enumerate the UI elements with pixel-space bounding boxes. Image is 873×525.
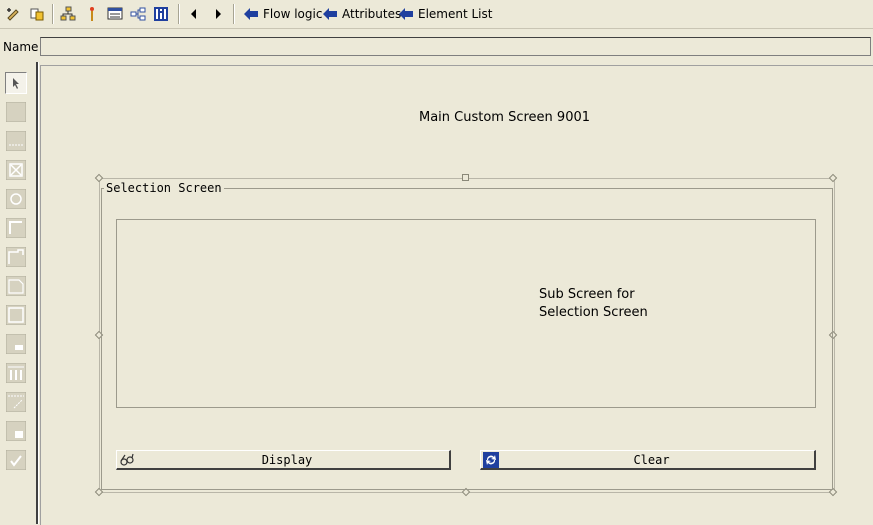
group-box-title: Selection Screen [104,181,224,195]
table-control-tool-icon[interactable] [5,275,27,297]
text-field-tool-icon[interactable] [5,101,27,123]
glasses-icon [119,452,135,468]
palette-divider [36,62,39,524]
element-palette [0,66,36,524]
pencil-icon[interactable] [4,4,24,24]
info-icon[interactable] [151,4,171,24]
flow-logic-label: Flow logic [263,7,323,21]
resize-handle-top[interactable] [462,174,469,181]
box-tool-icon[interactable] [5,217,27,239]
navigate-icon[interactable] [128,4,148,24]
custom-control-tool-icon[interactable] [5,420,27,442]
name-row: Name [0,36,873,58]
refresh-icon [483,452,499,468]
subscreen-label: Sub Screen for Selection Screen [539,286,648,322]
screen-title: Main Custom Screen 9001 [419,110,591,125]
attributes-button[interactable]: Attributes [322,5,401,23]
where-used-icon[interactable] [82,4,102,24]
clear-button-label: Clear [633,452,670,467]
clear-button[interactable]: Clear [480,450,816,470]
blue-left-arrow-icon [399,8,413,20]
flow-logic-button[interactable]: Flow logic [243,5,322,23]
subscreen-area[interactable] [116,219,816,408]
element-list-button[interactable]: Element List [398,5,492,23]
status-icon-tool-icon[interactable] [5,449,27,471]
screen-painter-canvas[interactable]: Main Custom Screen 9001 Selection Screen… [40,65,873,525]
name-field[interactable] [40,37,871,56]
back-arrow-icon[interactable] [184,4,204,24]
hierarchy-icon[interactable] [58,4,78,24]
checkbox-tool-icon[interactable] [5,159,27,181]
subscreen-label-line2: Selection Screen [539,305,648,320]
layout-icon[interactable] [105,4,125,24]
display-button[interactable]: Display [116,450,451,470]
blue-left-arrow-icon [323,8,337,20]
application-toolbar: Flow logic Attributes Element List [0,0,873,29]
subscreen-tool-icon[interactable] [5,246,27,268]
input-field-tool-icon[interactable] [5,130,27,152]
element-list-label: Element List [418,7,493,21]
tabstrip-tool-icon[interactable] [5,333,27,355]
blue-left-arrow-icon [244,8,258,20]
forward-arrow-icon[interactable] [208,4,228,24]
frame-tool-icon[interactable] [5,304,27,326]
name-label: Name [3,40,39,54]
radio-button-tool-icon[interactable] [5,188,27,210]
attributes-label: Attributes [342,7,402,21]
step-loop-tool-icon[interactable] [5,391,27,413]
toggle-display-change-icon[interactable] [27,4,47,24]
display-button-label: Display [261,452,313,467]
subscreen-label-line1: Sub Screen for [539,287,635,302]
table-wizard-tool-icon[interactable] [5,362,27,384]
pointer-tool-icon[interactable] [5,72,27,94]
